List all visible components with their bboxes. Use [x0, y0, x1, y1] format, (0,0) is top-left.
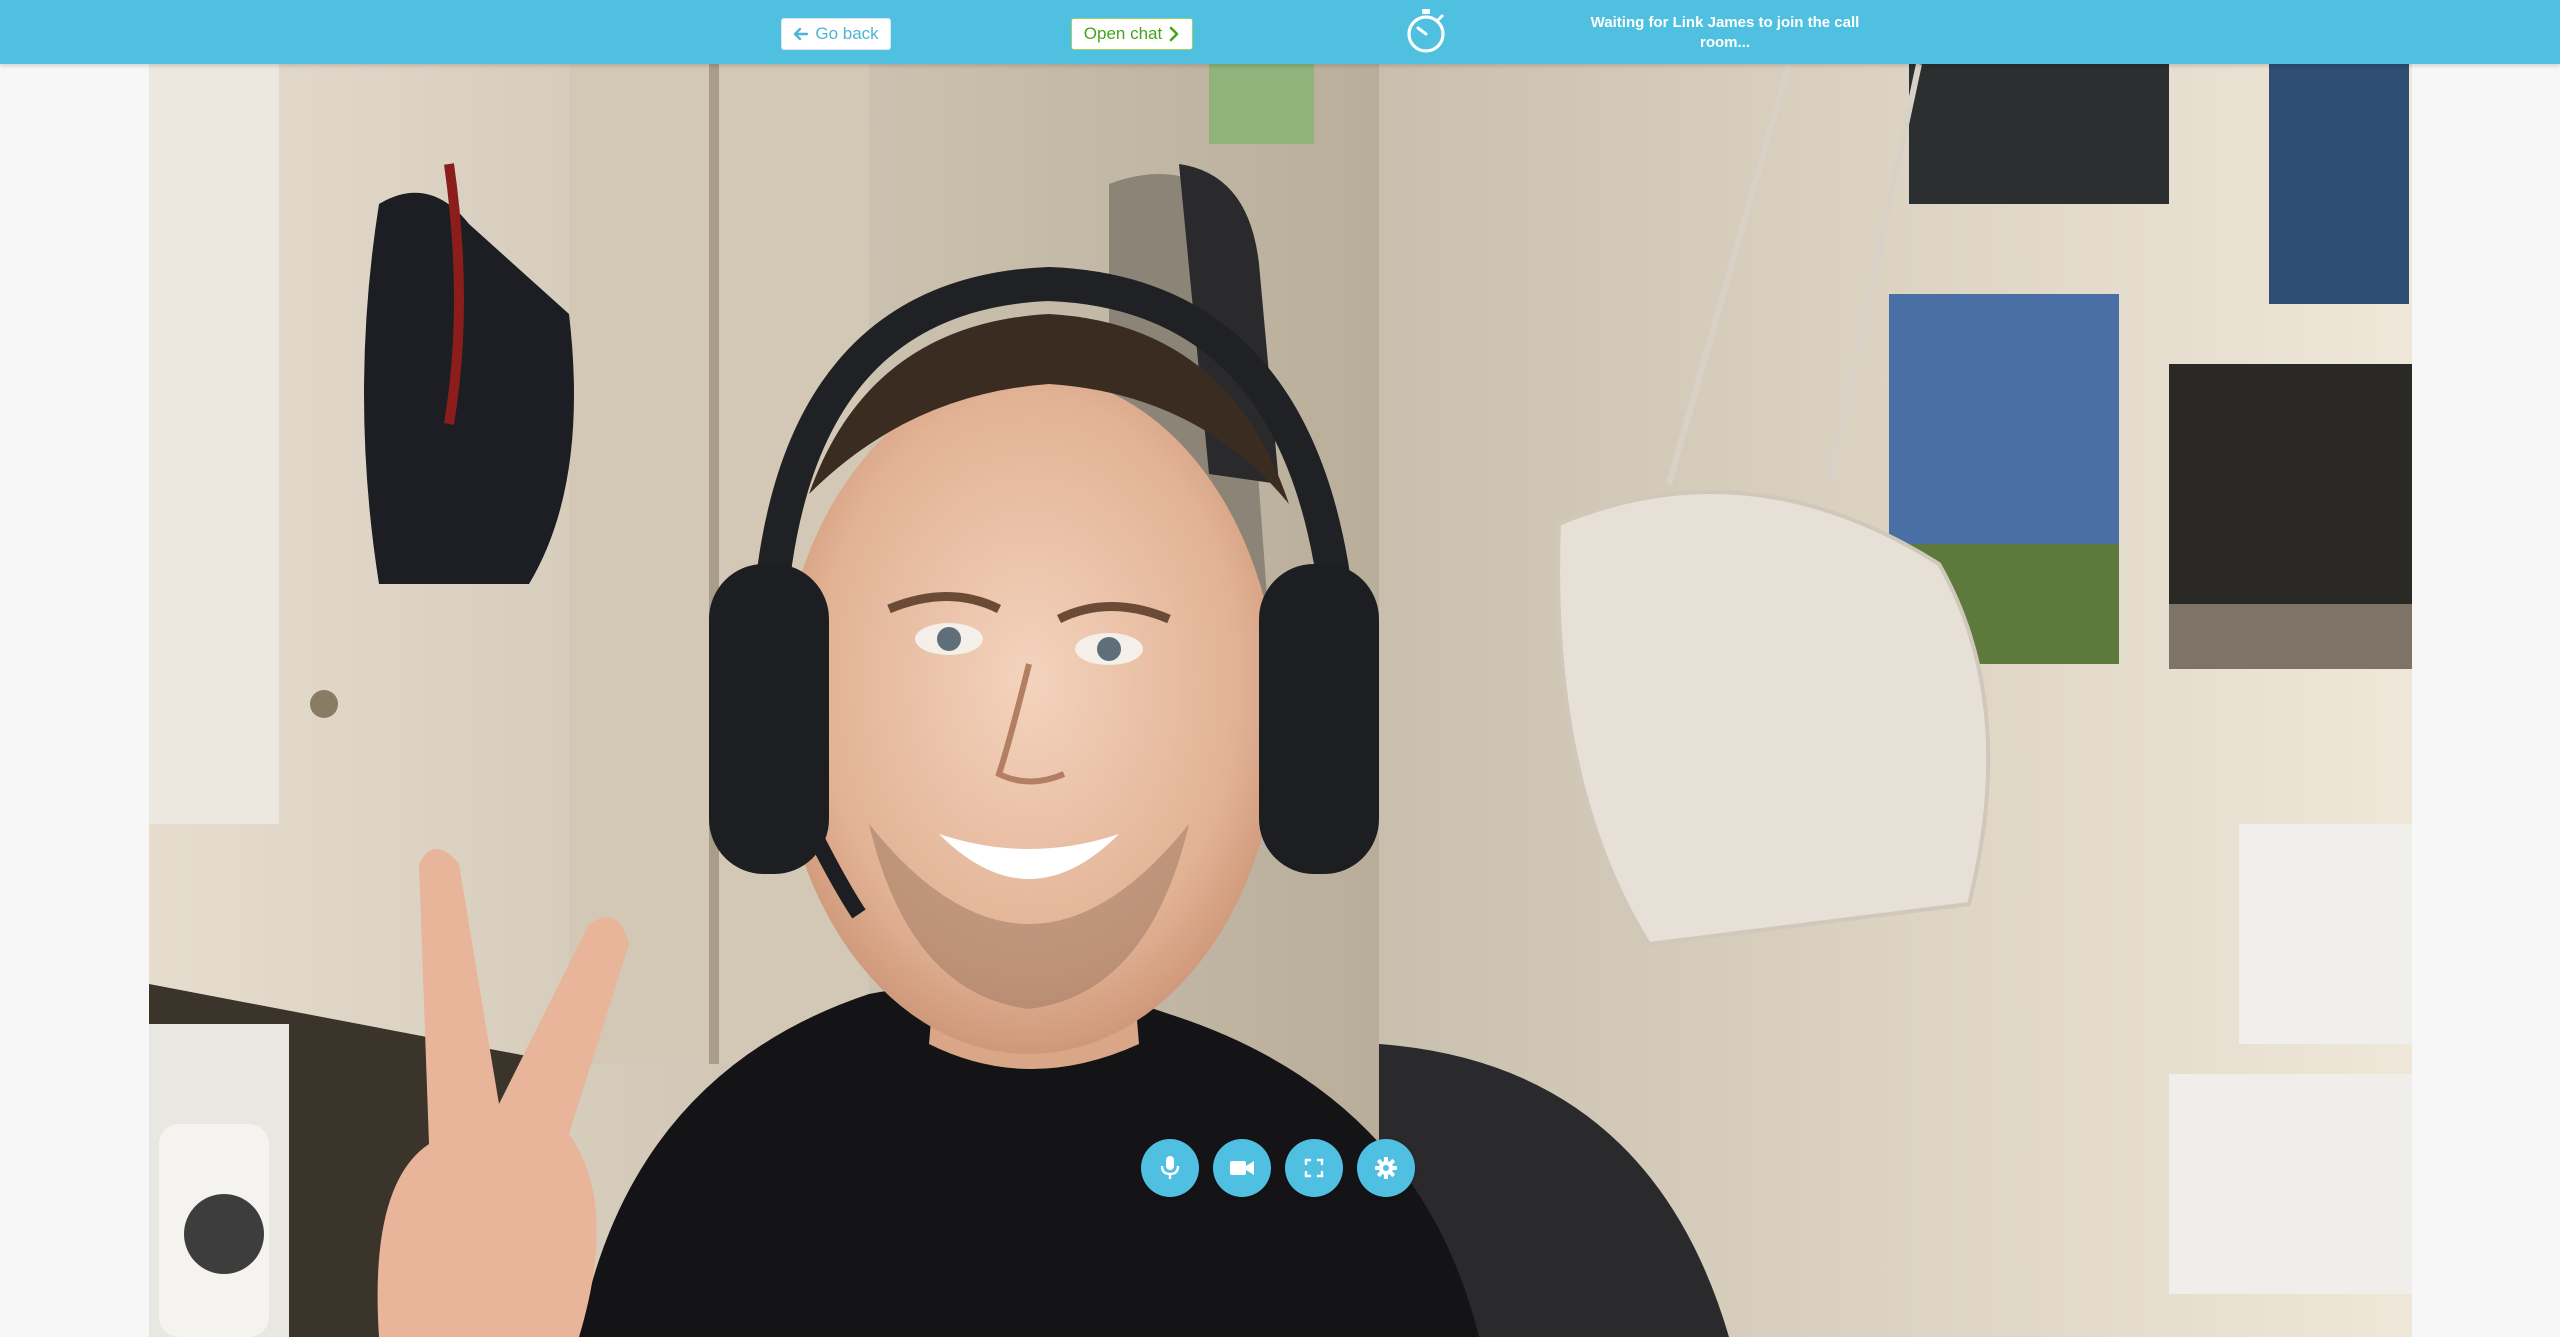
gear-icon	[1375, 1157, 1397, 1179]
call-controls	[1141, 1139, 1415, 1197]
go-back-label: Go back	[815, 24, 879, 43]
settings-button[interactable]	[1357, 1139, 1415, 1197]
go-back-button[interactable]: Go back	[781, 18, 891, 50]
top-bar: Go back Open chat Waiting for Link James…	[0, 0, 2560, 64]
call-status-text: Waiting for Link James to join the call …	[1590, 14, 1860, 51]
fullscreen-icon	[1304, 1158, 1324, 1178]
open-chat-button[interactable]: Open chat	[1071, 18, 1193, 50]
mute-microphone-button[interactable]	[1141, 1139, 1199, 1197]
chevron-right-icon	[1169, 26, 1179, 42]
microphone-icon	[1160, 1156, 1180, 1179]
toggle-camera-button[interactable]	[1213, 1139, 1271, 1197]
stopwatch-icon	[1404, 7, 1448, 55]
fullscreen-button[interactable]	[1285, 1139, 1343, 1197]
arrow-left-icon	[794, 27, 809, 41]
video-camera-icon	[1230, 1161, 1254, 1175]
open-chat-label: Open chat	[1083, 24, 1163, 43]
